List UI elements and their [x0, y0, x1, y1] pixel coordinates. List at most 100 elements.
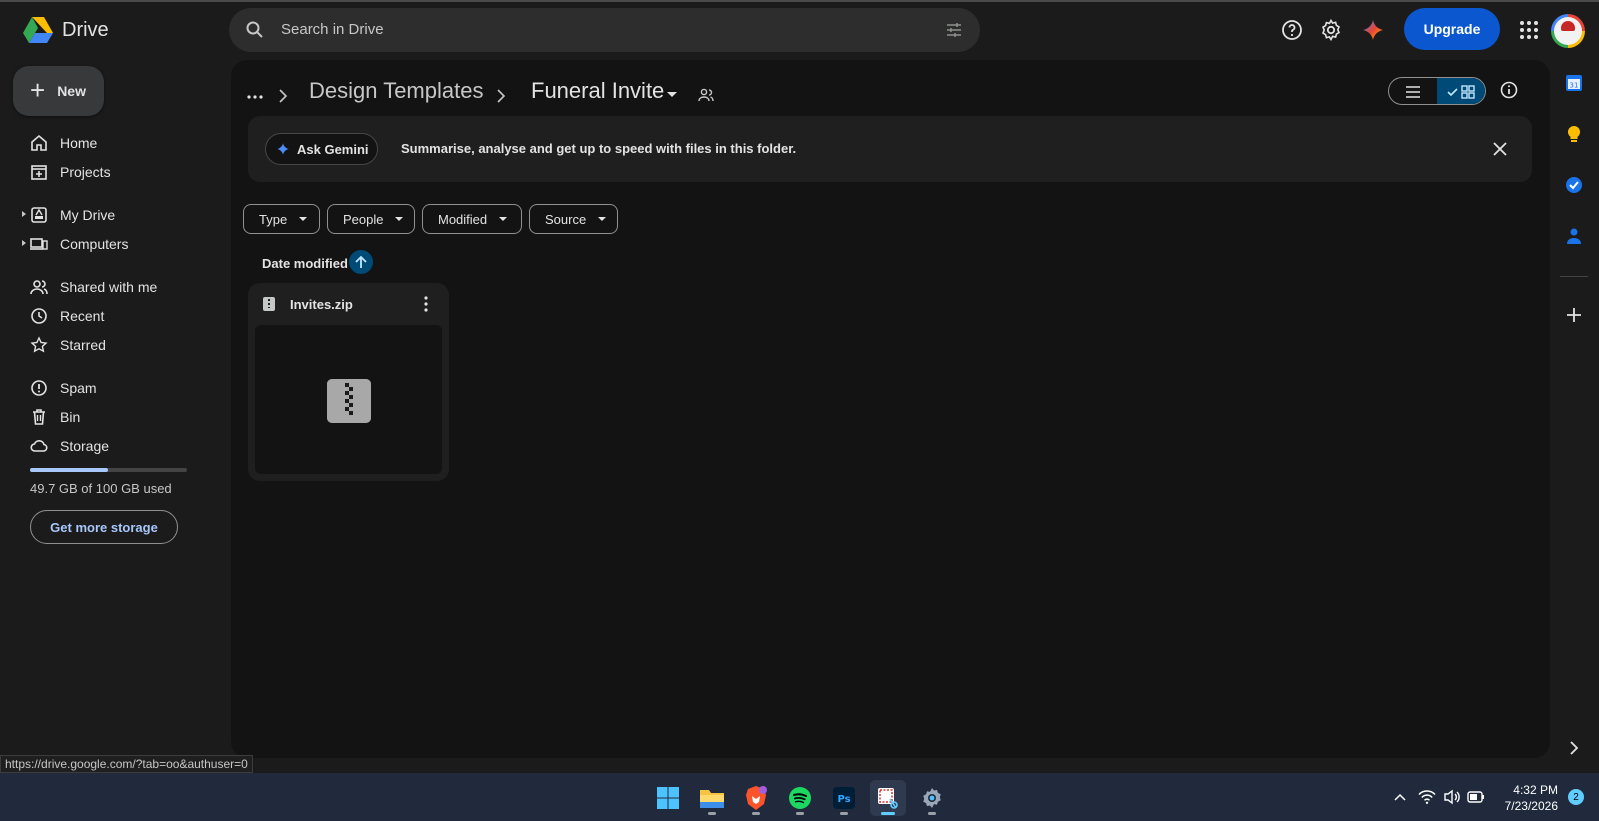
taskbar: Ps 4:32 PM 7/23/2026 2 — [0, 773, 1599, 821]
clock-icon — [31, 308, 47, 324]
expand-arrow-icon[interactable] — [22, 240, 26, 246]
settings-gear-icon[interactable] — [1319, 18, 1343, 42]
tasks-icon[interactable] — [1564, 175, 1584, 195]
file-card[interactable]: Invites.zip — [248, 283, 449, 481]
wifi-icon[interactable] — [1418, 789, 1436, 805]
file-name: Invites.zip — [290, 297, 353, 312]
photoshop-icon: Ps — [833, 787, 855, 809]
sidebar-item-computers[interactable]: Computers — [20, 230, 220, 258]
sidebar-item-spam[interactable]: Spam — [20, 374, 220, 402]
sidebar-item-label: Spam — [60, 380, 97, 396]
filter-chip-label: Source — [545, 211, 587, 227]
search-icon[interactable] — [245, 20, 265, 40]
help-icon[interactable] — [1280, 18, 1304, 42]
taskbar-photoshop[interactable]: Ps — [826, 780, 862, 816]
contacts-icon[interactable] — [1564, 226, 1584, 246]
chevron-right-icon — [497, 89, 506, 103]
volume-icon[interactable] — [1443, 789, 1461, 805]
new-button[interactable]: + New — [13, 66, 104, 116]
sidebar-item-storage[interactable]: Storage — [20, 432, 220, 460]
sidebar-item-label: Computers — [60, 236, 129, 252]
account-avatar[interactable] — [1551, 14, 1585, 48]
running-indicator — [752, 812, 760, 815]
ask-gemini-button[interactable]: Ask Gemini — [265, 133, 378, 165]
clock-date: 7/23/2026 — [1504, 799, 1558, 813]
start-button[interactable] — [650, 780, 686, 816]
keep-bulb-icon[interactable] — [1564, 124, 1584, 144]
spotify-icon — [789, 787, 811, 809]
running-indicator — [796, 812, 804, 815]
home-icon — [31, 134, 47, 151]
avatar-image — [1554, 17, 1582, 45]
info-icon[interactable] — [1499, 80, 1519, 100]
chevron-right-icon[interactable] — [1564, 738, 1584, 758]
expand-arrow-icon[interactable] — [22, 211, 26, 217]
sidebar-item-starred[interactable]: Starred — [20, 331, 220, 359]
taskbar-snipping-tool[interactable] — [870, 780, 906, 816]
view-toggle — [1388, 77, 1486, 105]
battery-icon[interactable] — [1467, 790, 1485, 804]
sidebar-item-home[interactable]: Home — [20, 129, 220, 157]
shared-folder-people-icon[interactable] — [697, 86, 715, 104]
cloud-icon — [30, 440, 48, 452]
folder-dropdown-caret-icon[interactable] — [667, 92, 677, 97]
sidebar-item-recent[interactable]: Recent — [20, 302, 220, 330]
zip-file-icon — [263, 297, 275, 311]
new-button-label: New — [57, 83, 86, 99]
drive-logo[interactable]: Drive — [22, 16, 109, 44]
get-more-storage-button[interactable]: Get more storage — [30, 510, 178, 544]
sidebar-item-label: Recent — [60, 308, 105, 324]
sidebar-item-shared-with-me[interactable]: Shared with me — [20, 273, 220, 301]
taskbar-brave[interactable] — [738, 780, 774, 816]
grid-view-button[interactable] — [1437, 78, 1485, 104]
chevron-down-icon — [598, 217, 607, 221]
chevron-down-icon — [395, 217, 404, 221]
notification-badge[interactable]: 2 — [1568, 789, 1584, 805]
windows-logo-icon — [657, 787, 679, 809]
sidebar-item-my-drive[interactable]: My Drive — [20, 201, 220, 229]
list-view-button[interactable] — [1389, 78, 1437, 104]
taskbar-spotify[interactable] — [782, 780, 818, 816]
show-hidden-icons-chevron-up-icon[interactable] — [1393, 791, 1407, 803]
drive-logo-icon — [23, 17, 53, 43]
filter-type-chip[interactable]: Type — [243, 204, 320, 234]
computers-icon — [30, 238, 48, 250]
more-horizontal-icon[interactable] — [245, 87, 265, 107]
gemini-sparkle-icon[interactable] — [1361, 18, 1385, 42]
chevron-right-icon — [279, 89, 288, 103]
clock-time: 4:32 PM — [1513, 783, 1558, 797]
status-bar-url: https://drive.google.com/?tab=oo&authuse… — [0, 755, 253, 773]
search-bar[interactable]: Search in Drive — [229, 8, 980, 52]
filter-people-chip[interactable]: People — [327, 204, 415, 234]
folder-icon — [700, 790, 724, 808]
filter-modified-chip[interactable]: Modified — [422, 204, 522, 234]
close-icon[interactable] — [1490, 139, 1510, 159]
add-addon-icon[interactable] — [1564, 305, 1584, 325]
upgrade-button[interactable]: Upgrade — [1404, 8, 1500, 50]
gemini-banner: Ask Gemini Summarise, analyse and get up… — [248, 116, 1532, 182]
more-vertical-icon[interactable] — [418, 295, 434, 313]
taskbar-settings[interactable] — [914, 780, 950, 816]
search-input[interactable]: Search in Drive — [281, 21, 384, 38]
sidebar-item-projects[interactable]: Projects — [20, 158, 220, 186]
breadcrumb-current-folder[interactable]: Funeral Invite — [531, 78, 664, 104]
breadcrumb-parent[interactable]: Design Templates — [309, 78, 483, 104]
sidebar-item-label: Starred — [60, 337, 106, 353]
grid-view-icon — [1447, 85, 1475, 99]
system-clock[interactable]: 4:32 PM 7/23/2026 — [1494, 782, 1558, 814]
calendar-icon[interactable]: 31 — [1564, 73, 1584, 93]
apps-grid-icon[interactable] — [1517, 18, 1541, 42]
taskbar-file-explorer[interactable] — [694, 780, 730, 816]
storage-progress-fill — [30, 468, 109, 472]
running-indicator — [840, 812, 848, 815]
snipping-tool-icon — [878, 788, 898, 809]
sort-label[interactable]: Date modified — [262, 256, 348, 271]
sidebar-item-bin[interactable]: Bin — [20, 403, 220, 431]
sidebar-item-label: Bin — [60, 409, 81, 425]
search-options-icon[interactable] — [944, 20, 964, 40]
filter-source-chip[interactable]: Source — [529, 204, 618, 234]
sidebar-item-label: My Drive — [60, 207, 116, 223]
plus-icon: + — [30, 75, 46, 105]
sort-direction-button[interactable] — [349, 250, 373, 274]
projects-icon — [31, 165, 47, 180]
